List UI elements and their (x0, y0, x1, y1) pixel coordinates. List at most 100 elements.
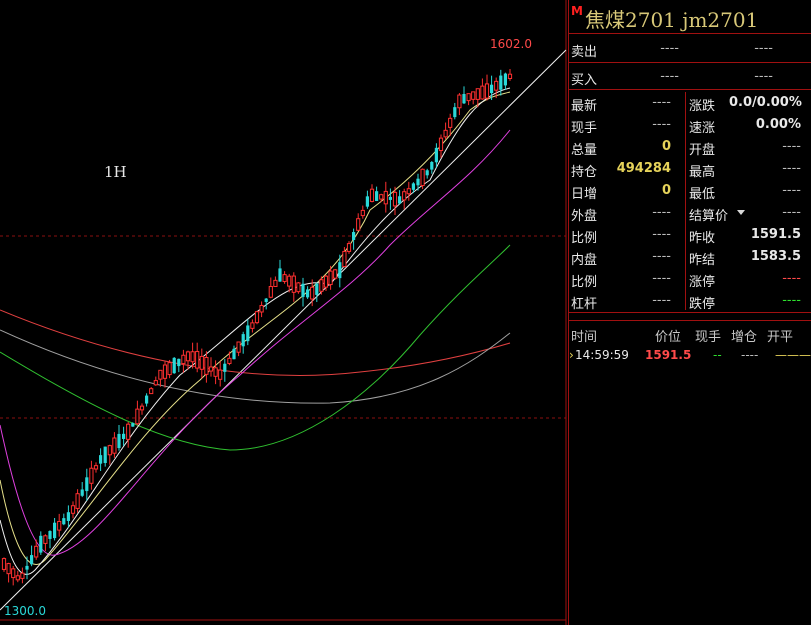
dropdown-arrow-icon[interactable] (737, 210, 745, 215)
ticks-header-hand: 现手 (695, 330, 722, 345)
candle-body (457, 94, 462, 109)
candle-body (448, 117, 453, 128)
candle-body (402, 191, 407, 201)
stat-value: 0.0/0.00% (729, 95, 802, 110)
ticks-header-oi: 增仓 (731, 330, 758, 345)
stat-label: 涨停 (689, 275, 716, 290)
candle-body (273, 279, 278, 287)
stat-label: 跌停 (689, 297, 716, 312)
stats-row[interactable]: 杠杆 ---- 跌停 ---- (569, 290, 811, 312)
stats-row[interactable]: 比例 ---- 昨收 1591.5 (569, 224, 811, 246)
candle-body (15, 575, 20, 581)
stat-label: 昨收 (689, 231, 716, 246)
stat-label: 比例 (571, 231, 598, 246)
candle-body (259, 304, 264, 313)
candle-body (199, 355, 204, 370)
candle-body (25, 565, 29, 570)
candle-body (356, 218, 361, 231)
candle-body (254, 311, 260, 324)
stat-value: ---- (782, 161, 801, 176)
ticks-header-time: 时间 (571, 330, 598, 345)
candle-body (208, 366, 214, 372)
stats-row[interactable]: 内盘 ---- 昨结 1583.5 (569, 246, 811, 268)
candle-body (227, 357, 232, 364)
candle-body (190, 351, 195, 363)
buy-label: 买入 (571, 73, 598, 88)
candle-body (338, 262, 342, 279)
candle-body (392, 191, 398, 207)
buy-row[interactable]: 买入 ---- ---- (569, 66, 811, 88)
candle-body (57, 520, 62, 531)
sell-label: 卖出 (571, 45, 598, 60)
stat-value: 0 (661, 139, 671, 154)
stat-label: 内盘 (571, 253, 598, 268)
ticks-header-price: 价位 (655, 330, 682, 345)
tick-time: 14:59:59 (575, 348, 629, 362)
candle-body (6, 563, 11, 575)
candle-body (416, 178, 420, 186)
candle-body (117, 433, 121, 449)
candle-body (158, 369, 163, 380)
stat-value: ---- (652, 293, 671, 308)
candle-body (48, 531, 52, 539)
stat-label: 开盘 (689, 143, 716, 158)
stat-value: 0.00% (755, 117, 801, 132)
candle-body (319, 279, 324, 292)
candle-body (181, 354, 186, 365)
candle-body (145, 395, 149, 404)
stats-row[interactable]: 现手 ---- 速涨 0.00% (569, 114, 811, 136)
candle-body (236, 341, 241, 353)
stat-label: 现手 (571, 121, 598, 136)
candle-body (126, 423, 131, 440)
tick-type: ——— (775, 348, 811, 362)
stat-label: 持仓 (571, 165, 598, 180)
candle-body (172, 357, 176, 374)
candle-body (167, 362, 172, 376)
candle-body (213, 367, 218, 377)
candle-body (365, 196, 369, 207)
candle-body (494, 80, 499, 91)
candle-body (149, 388, 154, 395)
candle-body (282, 274, 287, 283)
candle-body (122, 433, 126, 439)
stats-row[interactable]: 日增 0 最低 ---- (569, 180, 811, 202)
contract-title-bar[interactable]: M 焦煤2701 jm2701 (569, 0, 811, 34)
stats-row[interactable]: 最新 ---- 涨跌 0.0/0.00% (569, 92, 811, 114)
candle-body (278, 268, 282, 282)
candle-body (388, 196, 392, 200)
candle-body (39, 535, 43, 553)
candle-body (139, 405, 145, 411)
candle-body (484, 83, 490, 99)
contract-name: 焦煤2701 jm2701 (585, 8, 759, 32)
sell-row[interactable]: 卖出 ---- ---- (569, 38, 811, 60)
candle-body (352, 232, 356, 240)
buy-volume: ---- (754, 69, 773, 84)
stat-value: ---- (652, 271, 671, 286)
stat-value: ---- (652, 249, 671, 264)
stats-row[interactable]: 外盘 ---- 结算价 ---- (569, 202, 811, 224)
candle-body (369, 188, 375, 202)
candle-body (328, 270, 333, 286)
tick-hand: -- (713, 348, 722, 362)
stat-value: ---- (652, 95, 671, 110)
candlestick-chart[interactable]: 1H 1602.0 1300.0 (0, 0, 568, 625)
candle-body (85, 477, 89, 492)
stats-row[interactable]: 持仓 494284 最高 ---- (569, 158, 811, 180)
candle-body (20, 572, 25, 579)
low-price-label: 1300.0 (4, 604, 46, 618)
candle-body (218, 369, 223, 380)
timeframe-label: 1H (104, 163, 127, 181)
stat-value: 1591.5 (750, 227, 801, 242)
candle-body (250, 322, 255, 329)
stat-label: 杠杆 (571, 297, 598, 312)
candle-body (466, 93, 471, 102)
candle-body (153, 380, 158, 386)
tick-price: 1591.5 (645, 348, 692, 362)
stats-row[interactable]: 总量 0 开盘 ---- (569, 136, 811, 158)
candle-body (310, 286, 315, 300)
stat-label: 涨跌 (689, 99, 716, 114)
stats-row[interactable]: 比例 ---- 涨停 ---- (569, 268, 811, 290)
candle-body (162, 364, 168, 379)
quote-panel: M 焦煤2701 jm2701 卖出 ---- ---- 买入 ---- ---… (568, 0, 811, 625)
stat-label: 外盘 (571, 209, 598, 224)
